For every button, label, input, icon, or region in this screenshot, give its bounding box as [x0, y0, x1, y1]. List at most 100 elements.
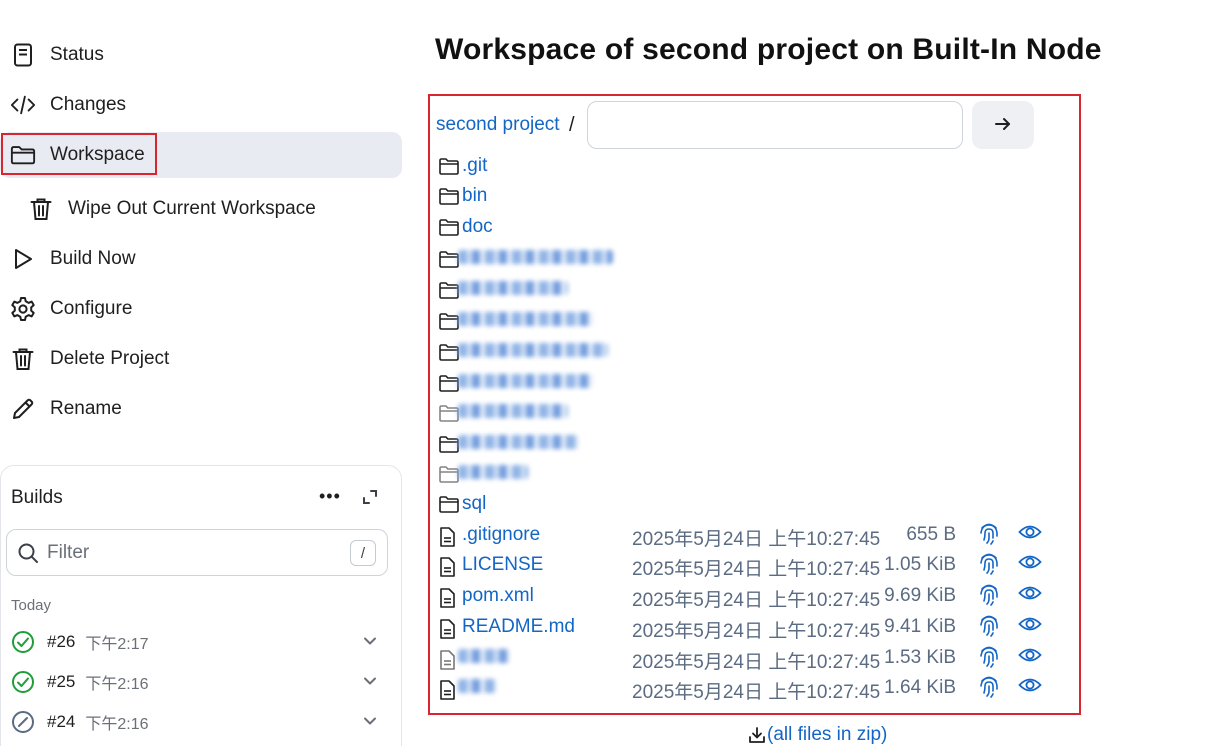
file-link[interactable]: .gitignore	[462, 524, 540, 546]
sidebar-item-delete-project[interactable]: Delete Project	[0, 336, 402, 382]
success-check-icon	[11, 630, 35, 654]
folder-row	[438, 459, 1058, 489]
go-button[interactable]	[972, 101, 1034, 149]
trash-icon	[10, 346, 36, 372]
build-row[interactable]: #26 下午2:17	[11, 627, 391, 657]
eye-icon[interactable]	[1018, 646, 1042, 666]
redacted-folder-name[interactable]	[458, 404, 568, 418]
folder-row	[438, 244, 1058, 274]
fingerprint-icon[interactable]	[978, 613, 1002, 637]
fingerprint-icon[interactable]	[978, 674, 1002, 698]
chevron-down-icon[interactable]	[361, 712, 379, 730]
fingerprint-icon[interactable]	[978, 644, 1002, 668]
file-size: 9.69 KiB	[884, 585, 956, 606]
trash-icon	[28, 196, 54, 222]
eye-icon[interactable]	[1018, 523, 1042, 543]
folder-link[interactable]: sql	[462, 493, 486, 515]
eye-icon[interactable]	[1018, 584, 1042, 604]
chevron-down-icon[interactable]	[361, 632, 379, 650]
folder-row	[438, 275, 1058, 305]
sidebar-item-configure[interactable]: Configure	[0, 286, 402, 332]
file-row: 2025年5月24日 上午10:27:45 1.53 KiB	[438, 643, 1058, 673]
folder-row	[438, 337, 1058, 367]
file-size: 655 B	[906, 524, 956, 545]
document-icon	[10, 42, 36, 68]
file-icon	[439, 619, 461, 639]
redacted-file-name[interactable]	[458, 649, 510, 663]
play-icon	[10, 246, 36, 272]
redacted-folder-name[interactable]	[458, 435, 578, 449]
file-row: 2025年5月24日 上午10:27:45 1.64 KiB	[438, 673, 1058, 703]
expand-icon[interactable]	[361, 488, 379, 506]
folder-row: .git	[438, 151, 1058, 181]
build-number[interactable]: #26	[47, 632, 75, 652]
success-check-icon	[11, 670, 35, 694]
sidebar-item-changes[interactable]: Changes	[0, 82, 402, 128]
builds-panel: Builds ••• / Today #26 下午2:17	[0, 465, 402, 746]
redacted-folder-name[interactable]	[458, 281, 568, 295]
sidebar-item-label: Configure	[50, 298, 133, 319]
path-input[interactable]	[587, 101, 963, 149]
folder-link[interactable]: doc	[462, 216, 493, 238]
file-row: .gitignore 2025年5月24日 上午10:27:45 655 B	[438, 520, 1058, 550]
folder-row: doc	[438, 212, 1058, 242]
fingerprint-icon[interactable]	[978, 582, 1002, 606]
file-size: 1.53 KiB	[884, 647, 956, 668]
redacted-folder-name[interactable]	[458, 312, 593, 326]
download-zip-link[interactable]: (all files in zip)	[748, 724, 887, 746]
redacted-folder-name[interactable]	[458, 374, 593, 388]
sidebar-item-rename[interactable]: Rename	[0, 386, 402, 432]
pencil-icon	[10, 396, 36, 422]
builds-group-label: Today	[11, 597, 52, 614]
folder-link[interactable]: .git	[462, 155, 487, 177]
file-icon	[439, 588, 461, 608]
more-options-button[interactable]: •••	[319, 486, 341, 507]
build-number[interactable]: #25	[47, 672, 75, 692]
breadcrumb-project-link[interactable]: second project	[436, 114, 560, 136]
eye-icon[interactable]	[1018, 676, 1042, 696]
eye-icon[interactable]	[1018, 553, 1042, 573]
fingerprint-icon[interactable]	[978, 521, 1002, 545]
file-row: LICENSE 2025年5月24日 上午10:27:45 1.05 KiB	[438, 550, 1058, 580]
build-number[interactable]: #24	[47, 712, 75, 732]
build-time: 下午2:17	[85, 636, 149, 653]
sidebar-item-label: Build Now	[50, 248, 136, 269]
search-icon	[17, 542, 39, 564]
sidebar-item-status[interactable]: Status	[0, 32, 402, 78]
redacted-folder-name[interactable]	[458, 343, 608, 357]
file-size: 1.05 KiB	[884, 554, 956, 575]
file-link[interactable]: LICENSE	[462, 554, 543, 576]
file-size: 9.41 KiB	[884, 616, 956, 637]
redacted-file-name[interactable]	[458, 679, 496, 693]
folder-row: sql	[438, 489, 1058, 519]
sidebar-item-wipe-out-workspace[interactable]: Wipe Out Current Workspace	[0, 186, 402, 232]
builds-filter[interactable]: /	[6, 529, 388, 576]
redacted-folder-name[interactable]	[458, 250, 613, 264]
folder-row	[438, 398, 1058, 428]
folder-icon	[439, 158, 461, 176]
builds-filter-input[interactable]	[47, 541, 337, 564]
file-row: README.md 2025年5月24日 上午10:27:45 9.41 KiB	[438, 612, 1058, 642]
redacted-folder-name[interactable]	[458, 465, 528, 479]
folder-icon	[439, 496, 461, 514]
keyboard-shortcut-badge: /	[350, 540, 376, 566]
download-icon	[748, 726, 766, 744]
eye-icon[interactable]	[1018, 615, 1042, 635]
build-row[interactable]: #25 下午2:16	[11, 667, 391, 697]
file-link[interactable]: README.md	[462, 616, 575, 638]
file-icon	[439, 527, 461, 547]
workspace-browser: second project / .git bin doc sql .gitig…	[428, 94, 1081, 715]
folder-icon	[439, 188, 461, 206]
arrow-right-icon	[993, 115, 1013, 136]
folder-row	[438, 368, 1058, 398]
folder-link[interactable]: bin	[462, 185, 487, 207]
chevron-down-icon[interactable]	[361, 672, 379, 690]
sidebar-item-build-now[interactable]: Build Now	[0, 236, 402, 282]
file-size: 1.64 KiB	[884, 677, 956, 698]
build-row[interactable]: #24 下午2:16	[11, 707, 391, 737]
download-zip-label: (all files in zip)	[767, 724, 888, 745]
fingerprint-icon[interactable]	[978, 551, 1002, 575]
folder-row	[438, 429, 1058, 459]
file-link[interactable]: pom.xml	[462, 585, 534, 607]
page-title: Workspace of second project on Built-In …	[435, 33, 1102, 66]
